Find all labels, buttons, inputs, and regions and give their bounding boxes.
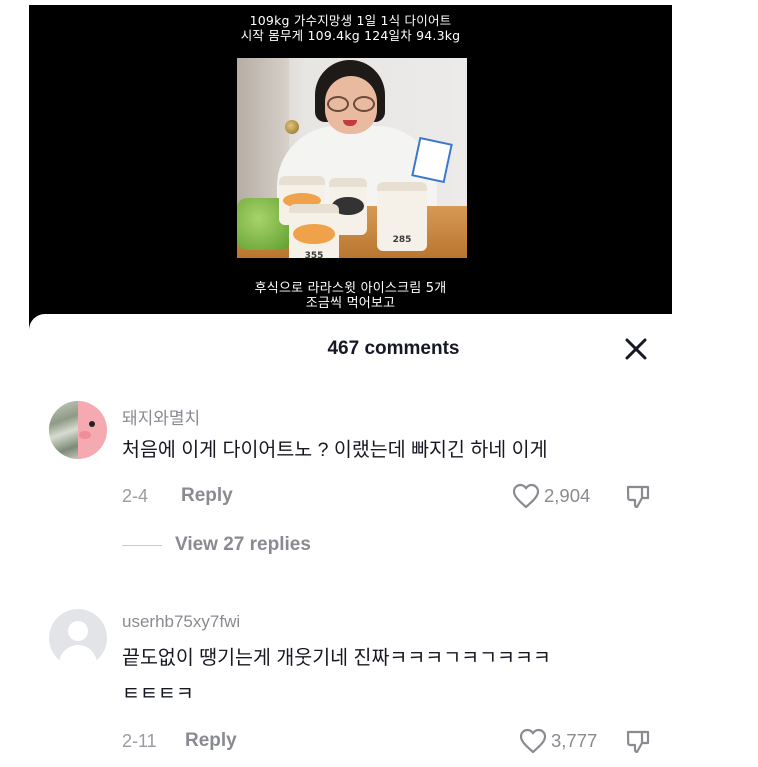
dislike-button[interactable]	[625, 484, 651, 515]
like-count: 3,777	[551, 730, 598, 751]
comment-date: 2-4	[122, 486, 149, 506]
thumbs-down-icon	[626, 485, 650, 509]
avatar[interactable]	[49, 401, 107, 459]
pint-label: 285	[392, 235, 412, 245]
caption-line: 시작 몸무게 109.4kg 124일차 94.3kg	[240, 28, 461, 43]
heart-icon	[519, 728, 547, 754]
like-button[interactable]: 2,904	[512, 483, 590, 509]
view-replies-label: View 27 replies	[175, 534, 311, 555]
comment-date: 2-11	[122, 731, 157, 751]
reply-button[interactable]: Reply	[181, 485, 233, 507]
avatar[interactable]	[49, 609, 107, 667]
reply-button[interactable]: Reply	[185, 730, 237, 752]
close-button[interactable]	[623, 336, 649, 362]
comment-line: 끝도없이 땡기는게 개웃기네 진짜ㅋㅋㅋㄱㅋㄱㅋㅋㅋ	[122, 647, 551, 669]
comment-username[interactable]: userhb75xy7fwi	[122, 612, 240, 632]
video-player[interactable]: 109kg 가수지망생 1일 1식 다이어트 시작 몸무게 109.4kg 12…	[29, 5, 672, 335]
comment-username[interactable]: 돼지와멸치	[122, 404, 200, 429]
video-frame-image: 285 355	[237, 58, 467, 258]
view-replies-button[interactable]: View 27 replies	[122, 534, 311, 556]
comments-sheet: 467 comments 돼지와멸치 처음에 이게 다이어트노 ? 이랬는데 빠…	[29, 314, 758, 767]
thumbs-down-icon	[626, 730, 650, 754]
caption-line: 후식으로 라라스윗 아이스크림 5개	[254, 281, 447, 296]
dislike-button[interactable]	[625, 729, 651, 760]
comment-text: 처음에 이게 다이어트노 ? 이랬는데 빠지긴 하네 이게	[122, 432, 548, 468]
comment-line: ㅌㅌㅌㅋ	[122, 683, 194, 705]
close-icon	[625, 338, 647, 360]
caption-line: 조금씩 먹어보고	[305, 296, 396, 311]
like-button[interactable]: 3,777	[519, 728, 597, 754]
video-caption-top: 109kg 가수지망생 1일 1식 다이어트 시작 몸무게 109.4kg 12…	[29, 13, 672, 43]
divider	[122, 544, 162, 546]
comment-line: 처음에 이게 다이어트노 ? 이랬는데 빠지긴 하네 이게	[122, 439, 548, 461]
comment-text: 끝도없이 땡기는게 개웃기네 진짜ㅋㅋㅋㄱㅋㄱㅋㅋㅋ ㅌㅌㅌㅋ	[122, 640, 551, 712]
caption-line: 109kg 가수지망생 1일 1식 다이어트	[249, 13, 452, 28]
pint-label: 355	[304, 251, 324, 258]
heart-icon	[512, 483, 540, 509]
like-count: 2,904	[544, 485, 591, 506]
video-caption-bottom: 후식으로 라라스윗 아이스크림 5개 조금씩 먹어보고	[29, 281, 672, 311]
